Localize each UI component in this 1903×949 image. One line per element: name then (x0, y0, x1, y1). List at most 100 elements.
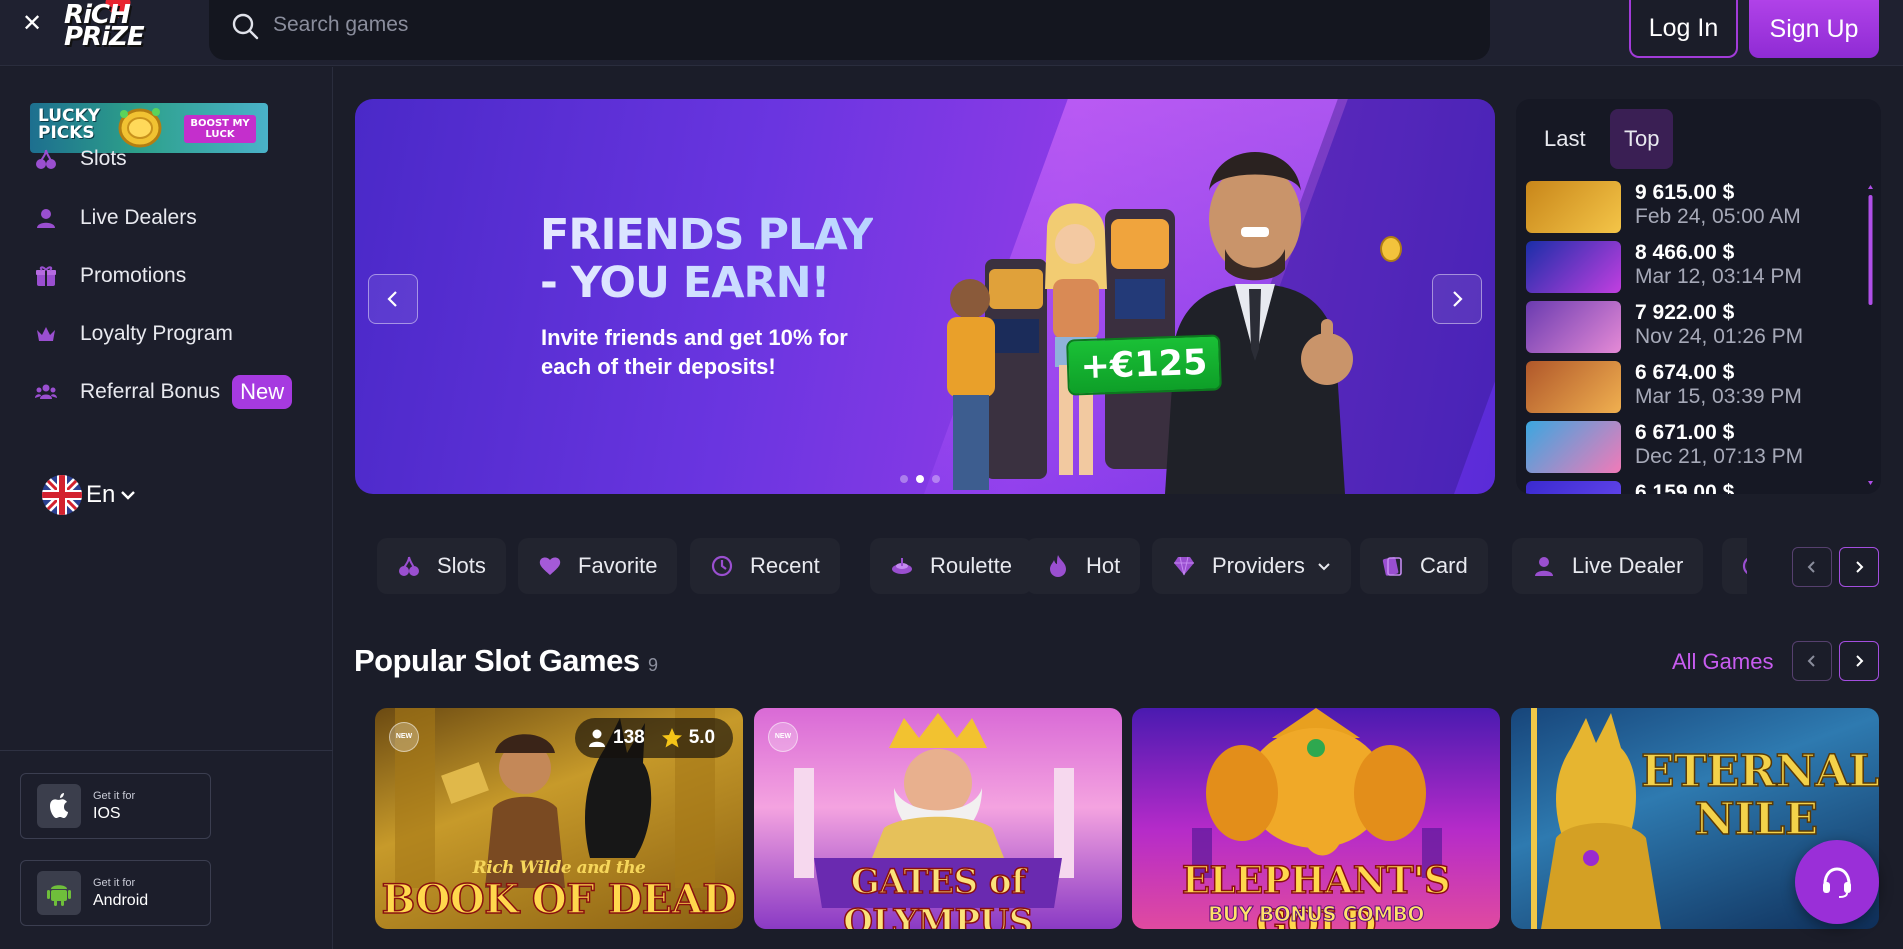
language-label: En (86, 481, 116, 508)
winner-row[interactable]: 6 159.00 $ (1526, 479, 1856, 494)
android-app-text: Get it for Android (93, 877, 148, 910)
games-next-button[interactable] (1839, 641, 1879, 681)
section-title: Popular Slot Games (354, 643, 640, 678)
hero-illustration (947, 152, 1402, 494)
search-input[interactable] (273, 8, 1453, 42)
sidebar-item-label: Live Dealers (80, 206, 197, 229)
user-icon (589, 729, 605, 747)
android-app-button[interactable]: Get it for Android (20, 860, 211, 926)
winners-list: 9 615.00 $ Feb 24, 05:00 AM 8 466.00 $ M… (1526, 179, 1856, 494)
close-icon[interactable]: ✕ (20, 12, 44, 36)
winners-scrollbar[interactable] (1868, 185, 1873, 485)
hero-title-line2: - YOU EARN! (540, 258, 830, 308)
game-title: ETERNAL NILE (1640, 746, 1879, 845)
lottery-icon (1742, 554, 1747, 578)
winner-row[interactable]: 8 466.00 $ Mar 12, 03:14 PM (1526, 239, 1856, 295)
player-count: 138 (613, 727, 645, 748)
app-platform: Android (93, 891, 149, 909)
category-next-button[interactable] (1839, 547, 1879, 587)
apple-icon (37, 784, 81, 828)
game-thumbnail (1526, 241, 1621, 293)
category-providers[interactable]: Providers (1152, 538, 1351, 594)
winner-row[interactable]: 6 671.00 $ Dec 21, 07:13 PM (1526, 419, 1856, 475)
category-bar: Slots Favorite Recent Roulette Hot Provi… (377, 538, 1747, 594)
win-date: Nov 24, 01:26 PM (1635, 325, 1804, 348)
category-label: Hot (1086, 553, 1121, 578)
chevron-left-icon (1807, 655, 1815, 667)
chevron-left-icon (387, 291, 397, 307)
star-icon (661, 728, 682, 748)
sidebar-item-label: Referral Bonus (80, 380, 221, 403)
category-prev-button[interactable] (1792, 547, 1832, 587)
chevron-down-icon (121, 491, 136, 500)
win-amount: 6 159.00 $ (1635, 481, 1735, 494)
sidebar-item-label: Slots (80, 147, 127, 170)
game-card-elephants-gold[interactable]: ELEPHANT'S GOLD BUY BONUS COMBO (1132, 708, 1500, 929)
sidebar-item-slots[interactable]: Slots (34, 137, 314, 181)
search-bar[interactable] (209, 0, 1490, 60)
hero-title-line1: FRIENDS PLAY (540, 210, 873, 260)
win-date: Feb 24, 05:00 AM (1635, 205, 1801, 228)
carousel-dot[interactable] (932, 475, 940, 483)
sidebar-item-promotions[interactable]: Promotions (34, 254, 314, 298)
card-icon (1380, 554, 1404, 578)
category-card[interactable]: Card (1360, 538, 1488, 594)
game-rating: 5.0 (688, 727, 716, 748)
cherries-icon (397, 554, 421, 578)
crown-icon (34, 322, 58, 346)
signup-button[interactable]: Sign Up (1749, 0, 1879, 58)
hero-carousel[interactable]: FRIENDS PLAY - YOU EARN! Invite friends … (355, 99, 1495, 494)
support-chat-button[interactable] (1795, 840, 1879, 924)
section-count: 9 (648, 655, 659, 675)
category-recent[interactable]: Recent (690, 538, 840, 594)
new-game-badge: NEW (389, 722, 419, 752)
language-selector[interactable]: En (42, 473, 137, 517)
win-amount: 6 674.00 $ (1635, 361, 1735, 384)
carousel-dot[interactable] (900, 475, 908, 483)
chevron-right-icon (1856, 655, 1864, 667)
sidebar-item-referral-bonus[interactable]: Referral Bonus New (34, 370, 314, 414)
ios-app-button[interactable]: Get it for IOS (20, 773, 211, 839)
category-label: Recent (750, 553, 820, 578)
category-favorite[interactable]: Favorite (518, 538, 678, 594)
game-title: BOOK OF DEAD (381, 875, 738, 924)
carousel-dot-active[interactable] (916, 475, 924, 483)
category-lottery[interactable]: Lo (1722, 538, 1747, 594)
game-card-gates-of-olympus[interactable]: GATES of OLYMPUS NEW (754, 708, 1122, 929)
tab-last[interactable]: Last (1530, 109, 1600, 169)
game-thumbnail (1526, 301, 1621, 353)
android-icon (37, 871, 81, 915)
dealer-icon (34, 206, 58, 230)
win-date: Mar 12, 03:14 PM (1635, 265, 1802, 288)
category-live-dealer[interactable]: Live Dealer (1512, 538, 1704, 594)
winner-row[interactable]: 9 615.00 $ Feb 24, 05:00 AM (1526, 179, 1856, 235)
sidebar-item-loyalty-program[interactable]: Loyalty Program (34, 312, 314, 356)
all-games-link[interactable]: All Games (1672, 649, 1773, 675)
category-slots[interactable]: Slots (377, 538, 506, 594)
category-label: Slots (437, 553, 486, 578)
winner-row[interactable]: 7 922.00 $ Nov 24, 01:26 PM (1526, 299, 1856, 355)
category-label: Favorite (578, 553, 658, 578)
heart-icon (538, 554, 562, 578)
hero-next-button[interactable] (1432, 274, 1482, 324)
winner-row[interactable]: 6 674.00 $ Mar 15, 03:39 PM (1526, 359, 1856, 415)
logo[interactable]: RiCH PRiZE (60, 0, 170, 56)
tab-top[interactable]: Top (1610, 109, 1674, 169)
carousel-dots (900, 475, 940, 483)
game-card-book-of-dead[interactable]: Rich Wilde and the BOOK OF DEAD NEW 138 … (375, 708, 743, 929)
game-subtitle: BUY BONUS COMBO (1208, 902, 1425, 927)
app-platform: IOS (93, 804, 121, 822)
ios-app-text: Get it for IOS (93, 790, 135, 823)
sidebar-item-label: Promotions (80, 264, 187, 287)
bonus-sign: +€125 (1066, 334, 1222, 396)
category-hot[interactable]: Hot (1026, 538, 1141, 594)
uk-flag-icon (42, 475, 82, 515)
games-prev-button[interactable] (1792, 641, 1832, 681)
win-amount: 7 922.00 $ (1635, 301, 1735, 324)
login-button[interactable]: Log In (1629, 0, 1738, 58)
sidebar-item-live-dealers[interactable]: Live Dealers (34, 196, 314, 240)
search-icon (232, 13, 259, 40)
category-roulette[interactable]: Roulette (870, 538, 1032, 594)
game-stats: 138 5.0 (575, 718, 733, 758)
hero-prev-button[interactable] (368, 274, 418, 324)
